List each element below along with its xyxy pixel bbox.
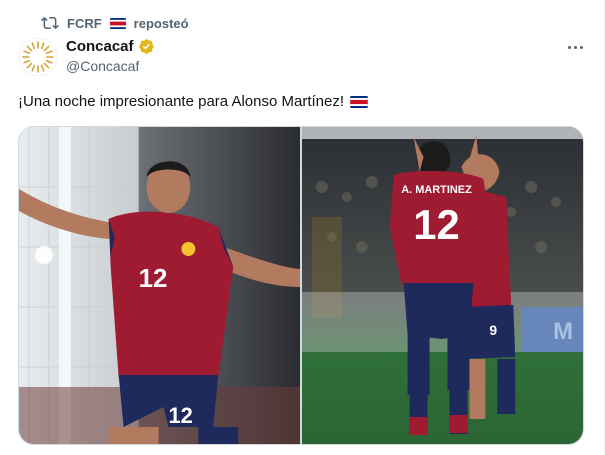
gold-verified-badge-icon <box>138 39 154 54</box>
tweet-text-content: ¡Una noche impresionante para Alonso Mar… <box>18 93 345 110</box>
avatar[interactable] <box>18 37 58 77</box>
costa-rica-flag-icon <box>350 95 368 108</box>
jersey-name: A. MARTINEZ <box>401 184 472 196</box>
repost-header: FCRF reposteó <box>41 14 189 32</box>
tweet-photo-2[interactable]: M 9 A. MARTINEZ 12 <box>302 127 583 444</box>
tweet-card[interactable]: FCRF reposteó Concacaf @Concacaf ¡Una no… <box>0 0 605 455</box>
more-icon <box>567 45 571 49</box>
author-name[interactable]: Concacaf <box>66 38 134 55</box>
photo-celebration-icon: 12 12 <box>19 127 300 444</box>
repost-label: reposteó <box>133 15 189 31</box>
concacaf-logo-icon <box>18 37 58 77</box>
photo-embrace-icon: M 9 A. MARTINEZ 12 <box>302 127 583 444</box>
jersey-number: 12 <box>413 201 460 248</box>
jersey-number: 12 <box>139 265 168 293</box>
tweet-media: 12 12 M 9 A. MARTINEZ 12 <box>18 126 584 445</box>
shorts-number: 12 <box>168 403 192 428</box>
costa-rica-flag-icon <box>109 17 126 29</box>
tweet-photo-1[interactable]: 12 12 <box>19 127 300 444</box>
repost-account[interactable]: FCRF <box>67 16 102 31</box>
repost-icon <box>41 16 59 30</box>
author-handle[interactable]: @Concacaf <box>66 58 139 74</box>
author-name-row[interactable]: Concacaf <box>66 38 155 55</box>
tweet-text: ¡Una noche impresionante para Alonso Mar… <box>18 93 368 110</box>
more-options-button[interactable] <box>563 38 587 56</box>
teammate-number: 9 <box>489 322 497 338</box>
